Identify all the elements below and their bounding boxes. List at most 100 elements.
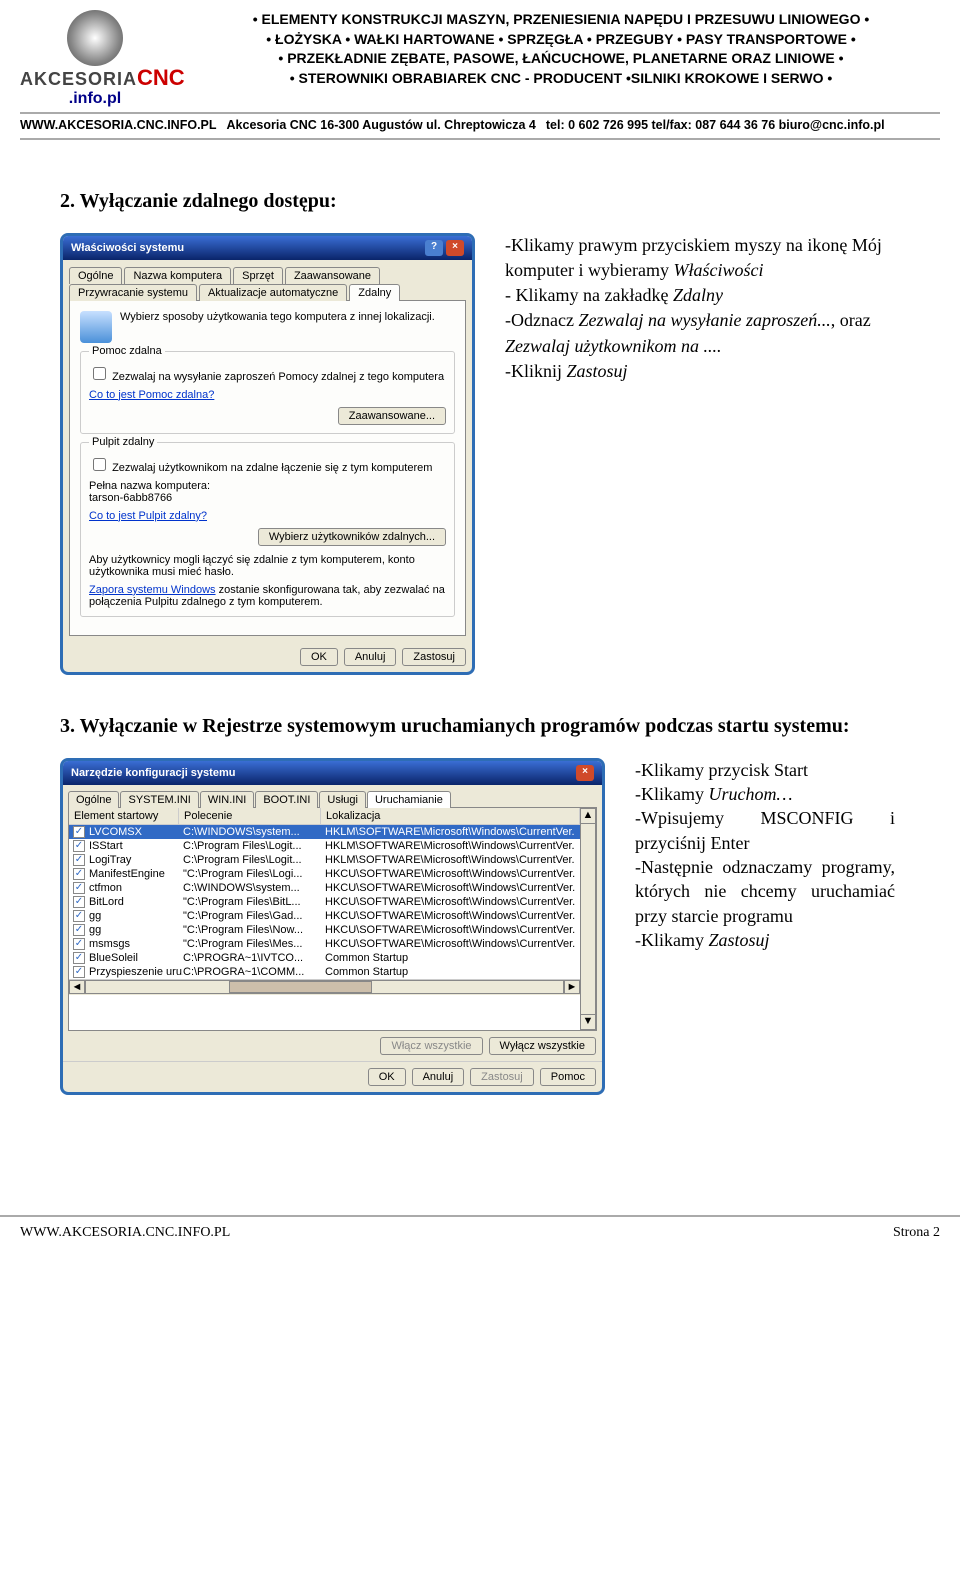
row-checkbox[interactable]: ✓	[73, 952, 85, 964]
chk-allow-remote-connect-label: Zezwalaj użytkownikom na zdalne łączenie…	[112, 462, 432, 474]
col-element[interactable]: Element startowy	[69, 808, 179, 824]
row-name: BitLord	[89, 896, 124, 908]
section-2-title: 2. Wyłączanie zdalnego dostępu:	[60, 190, 900, 213]
row-location: HKCU\SOFTWARE\Microsoft\Windows\CurrentV…	[325, 882, 576, 894]
gear-icon	[67, 10, 123, 66]
tab-system-ini[interactable]: SYSTEM.INI	[120, 791, 198, 808]
table-row[interactable]: ✓LogiTrayC:\Program Files\Logit...HKLM\S…	[69, 853, 580, 867]
dialog-titlebar[interactable]: Właściwości systemu ? ×	[63, 236, 472, 260]
row-name: Przyspieszenie uru...	[89, 966, 183, 978]
row-checkbox[interactable]: ✓	[73, 826, 85, 838]
scroll-left-icon[interactable]: ◄	[69, 980, 85, 994]
instr-emphasis: Zastosuj	[709, 930, 770, 950]
row-command: "C:\Program Files\Now...	[183, 924, 325, 936]
advanced-button[interactable]: Zaawansowane...	[338, 407, 446, 425]
chk-allow-invitations-label: Zezwalaj na wysyłanie zaproszeń Pomocy z…	[112, 371, 444, 383]
tab-aktualizacje[interactable]: Aktualizacje automatyczne	[199, 284, 347, 301]
table-row[interactable]: ✓gg"C:\Program Files\Gad...HKCU\SOFTWARE…	[69, 909, 580, 923]
tab-sprzet[interactable]: Sprzęt	[233, 267, 283, 284]
tab-uslugi[interactable]: Usługi	[319, 791, 366, 808]
row-checkbox[interactable]: ✓	[73, 840, 85, 852]
table-row[interactable]: ✓gg"C:\Program Files\Now...HKCU\SOFTWARE…	[69, 923, 580, 937]
msconfig-titlebar[interactable]: Narzędzie konfiguracji systemu ×	[63, 761, 602, 785]
enable-all-button[interactable]: Włącz wszystkie	[380, 1037, 482, 1055]
disable-all-button[interactable]: Wyłącz wszystkie	[489, 1037, 596, 1055]
tab-win-ini[interactable]: WIN.INI	[200, 791, 255, 808]
scroll-down-icon[interactable]: ▼	[580, 1014, 596, 1030]
row-checkbox[interactable]: ✓	[73, 896, 85, 908]
row-name: ctfmon	[89, 882, 122, 894]
dialog-intro-text: Wybierz sposoby użytkowania tego kompute…	[120, 311, 435, 323]
table-row[interactable]: ✓ManifestEngine"C:\Program Files\Logi...…	[69, 867, 580, 881]
cancel-button[interactable]: Anuluj	[344, 648, 397, 666]
row-checkbox[interactable]: ✓	[73, 966, 85, 978]
help-button[interactable]: ?	[425, 240, 443, 256]
cancel-button[interactable]: Anuluj	[412, 1068, 465, 1086]
row-checkbox[interactable]: ✓	[73, 910, 85, 922]
tab-nazwa[interactable]: Nazwa komputera	[124, 267, 231, 284]
col-location[interactable]: Lokalizacja	[321, 808, 580, 824]
table-row[interactable]: ✓BlueSoleilC:\PROGRA~1\IVTCO...Common St…	[69, 951, 580, 965]
site-logo: AKCESORIACNC .info.pl	[20, 10, 170, 108]
row-name: LogiTray	[89, 854, 131, 866]
chk-allow-invitations[interactable]	[93, 367, 106, 380]
tab-przywracanie[interactable]: Przywracanie systemu	[69, 284, 197, 301]
apply-button[interactable]: Zastosuj	[470, 1068, 534, 1086]
row-location: Common Startup	[325, 952, 576, 964]
table-row[interactable]: ✓ISStartC:\Program Files\Logit...HKLM\SO…	[69, 839, 580, 853]
tab-ogolne[interactable]: Ogólne	[68, 791, 119, 808]
row-checkbox[interactable]: ✓	[73, 938, 85, 950]
table-row[interactable]: ✓LVCOMSXC:\WINDOWS\system...HKLM\SOFTWAR…	[69, 825, 580, 839]
row-checkbox[interactable]: ✓	[73, 854, 85, 866]
scroll-thumb[interactable]	[229, 981, 372, 993]
link-what-is-remote-assistance[interactable]: Co to jest Pomoc zdalna?	[89, 389, 214, 401]
row-checkbox[interactable]: ✓	[73, 924, 85, 936]
group-remote-assistance: Pomoc zdalna	[89, 345, 165, 357]
table-row[interactable]: ✓ Przyspieszenie uru...C:\PROGRA~1\COMM..…	[69, 965, 580, 979]
row-name: msmsgs	[89, 938, 130, 950]
msconfig-dialog: Narzędzie konfiguracji systemu × Ogólne …	[60, 758, 605, 1095]
select-remote-users-button[interactable]: Wybierz użytkowników zdalnych...	[258, 528, 446, 546]
tab-zdalny[interactable]: Zdalny	[349, 284, 400, 301]
tab-zaawansowane[interactable]: Zaawansowane	[285, 267, 380, 284]
tab-ogolne[interactable]: Ogólne	[69, 267, 122, 284]
row-command: C:\PROGRA~1\COMM...	[183, 966, 325, 978]
tab-uruchamianie[interactable]: Uruchamianie	[367, 791, 451, 808]
row-command: "C:\Program Files\Logi...	[183, 868, 325, 880]
instr-emphasis: Zastosuj	[567, 361, 628, 381]
link-windows-firewall[interactable]: Zapora systemu Windows	[89, 584, 216, 596]
slogan-line: • STEROWNIKI OBRABIAREK CNC - PRODUCENT …	[182, 69, 940, 89]
vertical-scrollbar[interactable]: ▲ ▼	[580, 808, 596, 1030]
scroll-right-icon[interactable]: ►	[564, 980, 580, 994]
row-name: ISStart	[89, 840, 123, 852]
row-name: BlueSoleil	[89, 952, 138, 964]
apply-button[interactable]: Zastosuj	[402, 648, 466, 666]
instr-text: -Kliknij	[505, 361, 567, 381]
link-what-is-remote-desktop[interactable]: Co to jest Pulpit zdalny?	[89, 510, 207, 522]
ok-button[interactable]: OK	[368, 1068, 406, 1086]
table-row[interactable]: ✓msmsgs"C:\Program Files\Mes...HKCU\SOFT…	[69, 937, 580, 951]
note-password-required: Aby użytkownicy mogli łączyć się zdalnie…	[89, 554, 446, 578]
chk-allow-remote-connect[interactable]	[93, 458, 106, 471]
close-button[interactable]: ×	[576, 765, 594, 781]
row-checkbox[interactable]: ✓	[73, 868, 85, 880]
instr-text: -Klikamy	[635, 930, 709, 950]
tab-boot-ini[interactable]: BOOT.INI	[255, 791, 318, 808]
col-command[interactable]: Polecenie	[179, 808, 321, 824]
remote-icon	[80, 311, 112, 343]
ok-button[interactable]: OK	[300, 648, 338, 666]
computer-fullname-label: Pełna nazwa komputera:	[89, 480, 446, 492]
help-button[interactable]: Pomoc	[540, 1068, 596, 1086]
row-checkbox[interactable]: ✓	[73, 882, 85, 894]
footer-page-number: Strona 2	[893, 1225, 940, 1241]
scroll-up-icon[interactable]: ▲	[580, 808, 596, 824]
instr-text: -Klikamy przycisk Start	[635, 758, 895, 782]
row-location: HKLM\SOFTWARE\Microsoft\Windows\CurrentV…	[325, 840, 576, 852]
row-command: C:\Program Files\Logit...	[183, 854, 325, 866]
table-row[interactable]: ✓BitLord"C:\Program Files\BitL...HKCU\SO…	[69, 895, 580, 909]
table-row[interactable]: ✓ctfmonC:\WINDOWS\system...HKCU\SOFTWARE…	[69, 881, 580, 895]
close-button[interactable]: ×	[446, 240, 464, 256]
system-properties-dialog: Właściwości systemu ? × Ogólne Nazwa kom…	[60, 233, 475, 675]
row-location: HKCU\SOFTWARE\Microsoft\Windows\CurrentV…	[325, 910, 576, 922]
logo-cnc: CNC	[137, 65, 185, 90]
